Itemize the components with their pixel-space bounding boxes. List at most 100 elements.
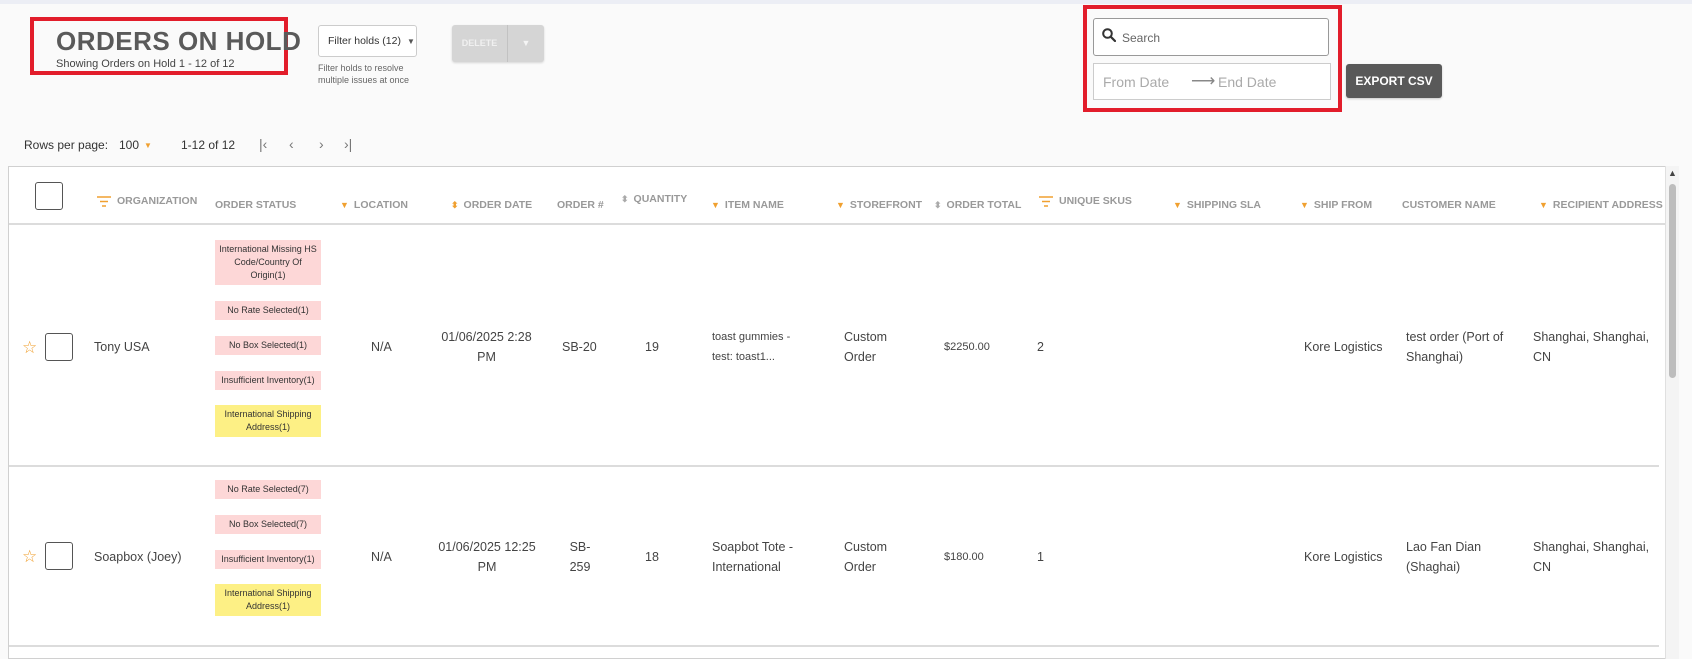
- status-badge[interactable]: Insufficient Inventory(1): [215, 371, 321, 390]
- rows-per-page-label: Rows per page:: [24, 138, 109, 152]
- vertical-scrollbar[interactable]: ▲: [1665, 166, 1679, 659]
- status-badge[interactable]: International Shipping Address(1): [215, 405, 321, 437]
- col-label: ITEM NAME: [724, 199, 784, 211]
- search-icon: [1102, 28, 1116, 42]
- sort-both-icon: ⬍: [451, 200, 459, 210]
- quantity-cell: 18: [645, 550, 659, 564]
- storefront-cell: Custom Order: [844, 540, 888, 574]
- scroll-up-icon[interactable]: ▲: [1668, 168, 1677, 178]
- organization-cell: Soapbox (Joey): [94, 550, 182, 564]
- col-label: RECIPIENT ADDRESS: [1552, 199, 1663, 211]
- chevron-down-icon[interactable]: ▼: [144, 141, 152, 150]
- customer-name-cell: Lao Fan Dian (Shaghai): [1406, 540, 1482, 574]
- col-unique-skus[interactable]: UNIQUE SKUS: [1039, 195, 1132, 207]
- rows-per-page-select[interactable]: 100: [119, 138, 139, 152]
- select-all-checkbox[interactable]: [35, 182, 63, 210]
- col-label: SHIPPING SLA: [1186, 199, 1262, 211]
- star-outline-icon[interactable]: ☆: [22, 547, 37, 567]
- order-total-cell: $2250.00: [944, 341, 990, 353]
- delete-button[interactable]: DELETE: [452, 25, 507, 62]
- filter-hint: Filter holds to resolve multiple issues …: [318, 63, 410, 85]
- status-badge[interactable]: International Missing HS Code/Country Of…: [215, 240, 321, 285]
- row-checkbox[interactable]: [45, 333, 73, 361]
- table-row[interactable]: ☆ Soapbox (Joey) No Rate Selected(7) No …: [9, 467, 1659, 647]
- search-input[interactable]: [1120, 27, 1324, 49]
- organization-cell: Tony USA: [94, 340, 150, 354]
- next-page-icon[interactable]: ›: [319, 136, 324, 152]
- sort-arrow-icon: ▼: [1173, 200, 1182, 210]
- sort-arrow-icon: ▼: [836, 200, 845, 210]
- recipient-address-cell: Shanghai, Shanghai, CN: [1533, 330, 1650, 364]
- col-order-total[interactable]: ⬍ ORDER TOTAL: [934, 199, 1021, 211]
- delete-split-button: DELETE ▼: [452, 25, 544, 62]
- scrollbar-thumb[interactable]: [1669, 184, 1676, 378]
- order-date-cell: 01/06/2025 2:28 PM: [441, 330, 532, 364]
- item-name-cell: toast gummies - test: toast1...: [712, 331, 791, 363]
- col-label: SHIP FROM: [1313, 199, 1373, 211]
- last-page-icon[interactable]: ›|: [344, 136, 352, 152]
- from-date-input[interactable]: From Date: [1103, 74, 1169, 90]
- export-csv-button[interactable]: EXPORT CSV: [1346, 64, 1442, 98]
- col-location[interactable]: ▼ LOCATION: [340, 199, 408, 211]
- filter-holds-dropdown[interactable]: Filter holds (12) ▼: [318, 25, 417, 57]
- col-ship-from[interactable]: ▼ SHIP FROM: [1300, 199, 1372, 211]
- first-page-icon[interactable]: |‹: [259, 136, 267, 152]
- sort-both-icon: ⬍: [934, 200, 942, 210]
- col-label: LOCATION: [353, 199, 408, 211]
- search-field[interactable]: [1093, 18, 1329, 56]
- date-range-picker[interactable]: From Date ⟶ End Date: [1093, 63, 1331, 100]
- status-badge[interactable]: No Rate Selected(7): [215, 480, 321, 499]
- col-label: ORDER #: [557, 199, 604, 211]
- col-order-date[interactable]: ⬍ ORDER DATE: [451, 199, 532, 211]
- page-subtitle: Showing Orders on Hold 1 - 12 of 12: [56, 58, 235, 70]
- page-title: ORDERS ON HOLD: [56, 26, 302, 56]
- col-recipient-address[interactable]: ▼ RECIPIENT ADDRESS: [1539, 199, 1663, 211]
- end-date-input[interactable]: End Date: [1218, 74, 1276, 90]
- row-checkbox[interactable]: [45, 542, 73, 570]
- table-header: ORGANIZATION ORDER STATUS ▼ LOCATION ⬍ O…: [9, 167, 1672, 225]
- status-badge[interactable]: Insufficient Inventory(1): [215, 550, 321, 569]
- prev-page-icon[interactable]: ‹: [289, 136, 294, 152]
- sort-both-icon: ⬍: [621, 194, 629, 204]
- recipient-address-cell: Shanghai, Shanghai, CN: [1533, 540, 1650, 574]
- sort-arrow-icon: ▼: [711, 200, 720, 210]
- col-label: CUSTOMER NAME: [1402, 199, 1496, 211]
- status-badge[interactable]: International Shipping Address(1): [215, 584, 321, 616]
- sort-arrow-icon: ▼: [1300, 200, 1309, 210]
- col-storefront[interactable]: ▼ STOREFRONT: [836, 199, 922, 211]
- col-quantity[interactable]: ⬍ QUANTITY: [621, 193, 687, 205]
- status-badge[interactable]: No Box Selected(1): [215, 336, 321, 355]
- delete-dropdown-icon[interactable]: ▼: [508, 25, 544, 62]
- unique-skus-cell: 2: [1037, 340, 1044, 354]
- pagination-range: 1-12 of 12: [181, 138, 236, 152]
- status-badge[interactable]: No Box Selected(7): [215, 515, 321, 534]
- arrow-right-icon: ⟶: [1191, 71, 1216, 90]
- location-cell: N/A: [371, 550, 392, 564]
- orders-table: ORGANIZATION ORDER STATUS ▼ LOCATION ⬍ O…: [8, 166, 1673, 659]
- top-strip: [0, 0, 1692, 4]
- order-number-cell[interactable]: SB-259: [565, 537, 595, 577]
- col-shipping-sla[interactable]: ▼ SHIPPING SLA: [1173, 199, 1261, 211]
- order-number-cell[interactable]: SB-20: [562, 337, 597, 357]
- table-row[interactable]: ☆ Tony USA International Missing HS Code…: [9, 225, 1659, 467]
- star-outline-icon[interactable]: ☆: [22, 338, 37, 358]
- col-label: ORDER STATUS: [215, 199, 297, 211]
- status-badge[interactable]: No Rate Selected(1): [215, 301, 321, 320]
- col-label: UNIQUE SKUS: [1059, 195, 1132, 207]
- pagination-bar: Rows per page: 100 ▼ 1-12 of 12 |‹ ‹ › ›…: [24, 136, 404, 154]
- col-label: STOREFRONT: [849, 199, 923, 211]
- item-name-cell: Soapbot Tote - International: [712, 540, 794, 574]
- col-organization[interactable]: ORGANIZATION: [97, 195, 197, 207]
- col-label: ORGANIZATION: [117, 195, 198, 207]
- location-cell: N/A: [371, 340, 392, 354]
- ship-from-cell: Kore Logistics: [1304, 550, 1383, 564]
- col-label: ORDER TOTAL: [946, 199, 1022, 211]
- col-order-number[interactable]: ORDER #: [557, 199, 604, 211]
- sort-arrow-icon: ▼: [1539, 200, 1548, 210]
- col-order-status[interactable]: ORDER STATUS: [215, 199, 296, 211]
- ship-from-cell: Kore Logistics: [1304, 340, 1383, 354]
- col-label: ORDER DATE: [463, 199, 533, 211]
- customer-name-cell: test order (Port of Shanghai): [1406, 330, 1504, 364]
- col-customer-name[interactable]: CUSTOMER NAME: [1402, 199, 1496, 211]
- col-item-name[interactable]: ▼ ITEM NAME: [711, 199, 784, 211]
